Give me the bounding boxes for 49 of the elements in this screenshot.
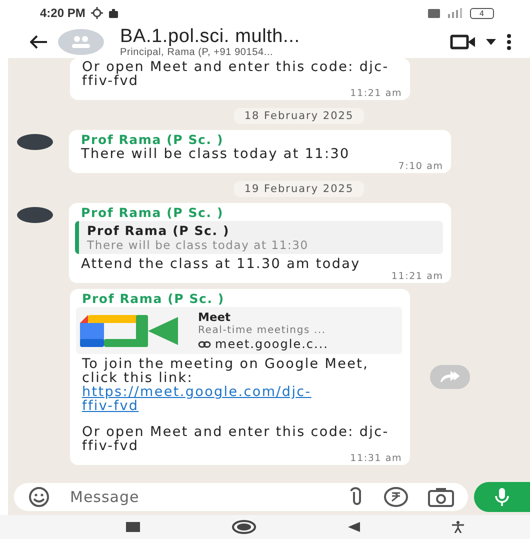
rupee-icon[interactable] bbox=[384, 486, 408, 508]
sim-icon bbox=[428, 8, 440, 18]
sender-name: Prof Rama (P Sc. ) bbox=[82, 291, 226, 306]
link-icon bbox=[198, 340, 211, 348]
home-icon[interactable] bbox=[232, 520, 256, 534]
status-time: 4:20 PM bbox=[40, 6, 86, 20]
quoted-text: There will be class today at 11:30 bbox=[87, 238, 310, 252]
message-text: Or open Meet and enter this code: djc-ffiv-fvd bbox=[82, 60, 390, 88]
preview-description: Real-time meetings ... bbox=[198, 325, 327, 336]
message-time: 7:10 am bbox=[398, 161, 444, 172]
message-input[interactable]: Message bbox=[70, 487, 330, 507]
signal-icon bbox=[446, 8, 464, 18]
message-text: Attend the class at 11.30 am today bbox=[81, 257, 362, 271]
caret-icon[interactable] bbox=[486, 39, 496, 45]
settings-icon bbox=[91, 7, 104, 19]
back-arrow-icon[interactable] bbox=[30, 35, 48, 49]
quoted-sender: Prof Rama (P Sc. ) bbox=[87, 223, 230, 238]
preview-title: Meet bbox=[198, 310, 232, 324]
forward-icon bbox=[439, 371, 461, 383]
message-text: Or open Meet and enter this code: djc-ffiv-fvd bbox=[82, 425, 390, 453]
chat-title[interactable]: BA.1.pol.sci. multh... bbox=[120, 26, 430, 47]
briefcase-icon bbox=[109, 8, 118, 18]
date-chip: 18 February 2025 bbox=[234, 108, 364, 124]
video-call-icon[interactable] bbox=[450, 34, 476, 50]
link-preview[interactable]: Meet Real-time meetings ... meet.google.c... bbox=[76, 307, 402, 354]
battery-indicator: 4 bbox=[470, 8, 494, 18]
message-text: To join the meeting on Google Meet, click this link: bbox=[82, 357, 370, 385]
message-field[interactable]: Message bbox=[14, 483, 468, 511]
sender-avatar[interactable] bbox=[16, 207, 53, 223]
chat-members: Principal, Rama (P, +91 90154... bbox=[120, 47, 274, 58]
message-text: There will be class today at 11:30 bbox=[81, 147, 351, 161]
preview-url: meet.google.c... bbox=[215, 337, 328, 351]
sender-avatar[interactable] bbox=[16, 134, 53, 150]
microphone-button[interactable] bbox=[474, 482, 530, 512]
message-time: 11:21 am bbox=[350, 88, 402, 99]
camera-icon[interactable] bbox=[428, 487, 454, 507]
microphone-icon bbox=[495, 488, 509, 506]
sticker-icon[interactable] bbox=[28, 486, 50, 508]
quoted-message[interactable]: Prof Rama (P Sc. ) There will be class today at 11:30 bbox=[75, 221, 444, 254]
message-time: 11:31 am bbox=[350, 453, 402, 464]
back-icon[interactable] bbox=[348, 522, 360, 532]
date-chip: 19 February 2025 bbox=[234, 181, 364, 197]
meeting-link[interactable]: https://meet.google.com/djc-ffiv-fvd bbox=[82, 385, 332, 413]
sender-name: Prof Rama (P Sc. ) bbox=[81, 205, 224, 220]
accessibility-icon[interactable] bbox=[452, 521, 464, 533]
message-time: 11:21 am bbox=[391, 271, 444, 282]
attach-icon[interactable] bbox=[350, 487, 364, 507]
sender-name: Prof Rama (P Sc. ) bbox=[81, 132, 224, 147]
more-options-icon[interactable] bbox=[506, 33, 512, 51]
